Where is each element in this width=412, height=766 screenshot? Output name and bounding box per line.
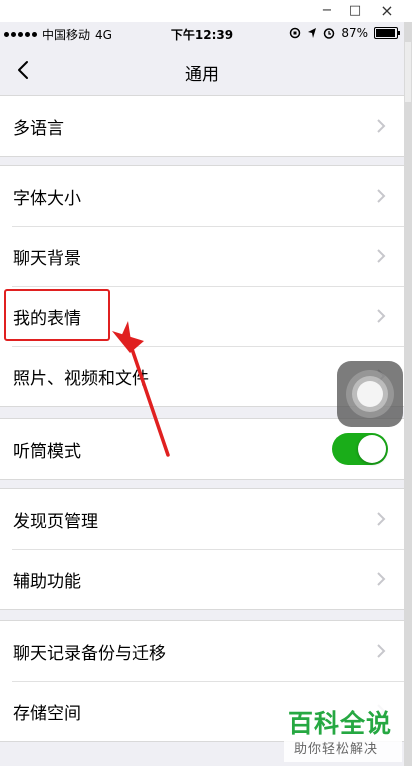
watermark-subtitle: 助你轻松解决 <box>294 742 379 757</box>
toggle-knob <box>358 435 386 463</box>
rotation-lock-icon <box>290 27 301 39</box>
annotation-arrow <box>112 321 170 457</box>
window-controls: − □ × <box>0 0 412 22</box>
settings-item-label: 发现页管理 <box>13 512 98 532</box>
chevron-right-icon <box>377 309 386 323</box>
settings-item-chat-backup[interactable]: 聊天记录备份与迁移 <box>0 621 404 681</box>
settings-item-label: 多语言 <box>13 119 64 139</box>
watermark-title: 百科全说 <box>288 709 393 738</box>
watermark-logo: 百科全说 助你轻松解决 <box>284 702 402 762</box>
chevron-right-icon <box>377 512 386 526</box>
settings-item-label: 听筒模式 <box>13 442 81 462</box>
chevron-right-icon <box>377 249 386 263</box>
settings-item-label: 存储空间 <box>13 704 81 724</box>
phone-screen: 中国移动 4G 下午12:39 87% 通用 多语言 字体大小 聊天背景 我的表… <box>0 22 404 766</box>
annotation-highlight-box <box>4 289 110 341</box>
earpiece-mode-toggle[interactable] <box>332 433 388 465</box>
close-button[interactable]: × <box>378 2 396 20</box>
settings-item-label: 聊天记录备份与迁移 <box>13 644 166 664</box>
chevron-right-icon <box>377 644 386 658</box>
minimize-button[interactable]: − <box>318 2 336 20</box>
settings-item-label: 聊天背景 <box>13 249 81 269</box>
location-arrow-icon <box>308 28 317 38</box>
settings-item-discover-management[interactable]: 发现页管理 <box>0 489 404 549</box>
settings-item-language[interactable]: 多语言 <box>0 96 404 156</box>
battery-icon <box>374 27 400 39</box>
settings-item-label: 字体大小 <box>13 189 81 209</box>
settings-item-chat-background[interactable]: 聊天背景 <box>0 226 404 286</box>
window-scrollbar[interactable] <box>404 22 412 766</box>
chevron-right-icon <box>377 572 386 586</box>
settings-item-accessibility[interactable]: 辅助功能 <box>0 549 404 609</box>
status-bar: 中国移动 4G 下午12:39 87% <box>0 22 404 46</box>
settings-item-label: 辅助功能 <box>13 572 81 592</box>
scrollbar-thumb[interactable] <box>405 42 411 102</box>
page-title: 通用 <box>185 65 219 85</box>
settings-item-earpiece-mode: 听筒模式 <box>0 419 404 479</box>
settings-group-language: 多语言 <box>0 95 404 157</box>
chevron-right-icon <box>377 119 386 133</box>
settings-item-font-size[interactable]: 字体大小 <box>0 166 404 226</box>
settings-group-earpiece: 听筒模式 <box>0 418 404 480</box>
alarm-icon <box>324 28 335 39</box>
assistive-touch-button[interactable] <box>337 361 403 427</box>
settings-group-discover: 发现页管理 辅助功能 <box>0 488 404 610</box>
battery-percent: 87% <box>341 26 368 40</box>
chevron-right-icon <box>377 189 386 203</box>
navigation-bar: 通用 <box>0 46 404 96</box>
maximize-button[interactable]: □ <box>346 2 364 20</box>
